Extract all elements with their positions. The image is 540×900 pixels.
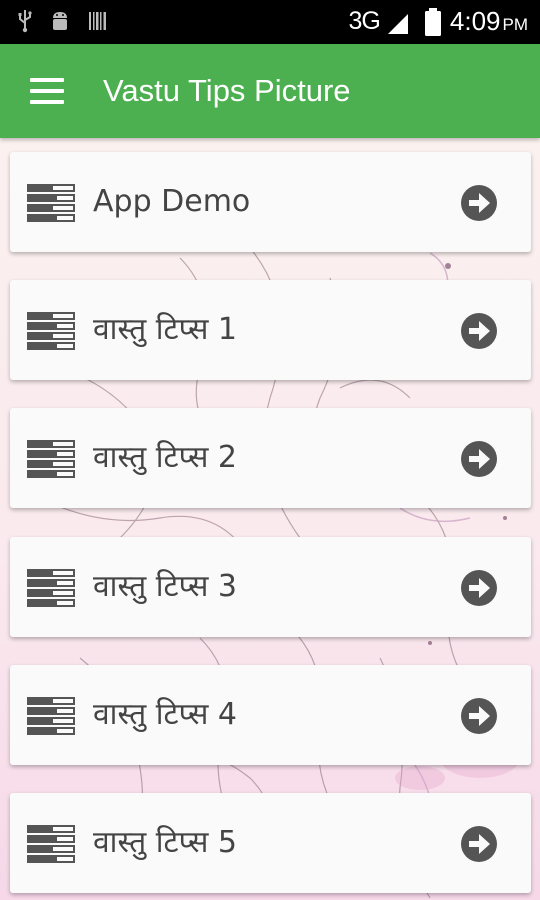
list-item-label: वास्तु टिप्स 4 <box>93 697 237 732</box>
arrow-circle-right-icon[interactable] <box>460 184 498 222</box>
status-bar: 3G 4:09 PM <box>0 0 540 44</box>
arrow-circle-right-icon[interactable] <box>460 569 498 607</box>
list-item-vastu-tips-1[interactable]: वास्तु टिप्स 1 <box>10 280 531 380</box>
list-item-vastu-tips-2[interactable]: वास्तु टिप्स 2 <box>10 408 531 508</box>
arrow-circle-right-icon[interactable] <box>460 312 498 350</box>
status-right: 3G 4:09 PM <box>349 6 528 37</box>
list-item-label: वास्तु टिप्स 5 <box>93 825 237 860</box>
list-icon <box>27 312 75 350</box>
list-icon <box>27 697 75 735</box>
clock: 4:09 PM <box>450 6 528 37</box>
list-item-vastu-tips-4[interactable]: वास्तु टिप्स 4 <box>10 665 531 765</box>
list-item-label: वास्तु टिप्स 1 <box>93 312 237 347</box>
signal-icon <box>387 13 408 34</box>
arrow-circle-right-icon[interactable] <box>460 697 498 735</box>
list-item-label: App Demo <box>93 184 251 219</box>
list-item-label: वास्तु टिप्स 3 <box>93 569 237 604</box>
list-item-app-demo[interactable]: App Demo <box>10 152 531 252</box>
background-floral-art <box>39 247 520 899</box>
list-item-vastu-tips-5[interactable]: वास्तु टिप्स 5 <box>10 793 531 893</box>
arrow-circle-right-icon[interactable] <box>460 440 498 478</box>
clock-ampm: PM <box>502 15 529 34</box>
list-icon <box>27 184 75 222</box>
list-item-label: वास्तु टिप्स 2 <box>93 440 237 475</box>
status-left-icons <box>18 9 108 33</box>
barcode-icon <box>89 12 106 30</box>
list-icon <box>27 569 75 607</box>
arrow-circle-right-icon[interactable] <box>460 825 498 863</box>
list-icon <box>27 440 75 478</box>
list-item-vastu-tips-3[interactable]: वास्तु टिप्स 3 <box>10 537 531 637</box>
usb-icon <box>18 10 32 33</box>
content-area: App Demo वास्तु टिप्स 1 वास्तु टिप्स 2 व… <box>0 138 540 900</box>
app-title: Vastu Tips Picture <box>103 73 351 108</box>
battery-icon <box>424 7 441 36</box>
android-icon <box>53 12 67 30</box>
app-bar: Vastu Tips Picture <box>0 44 540 138</box>
hamburger-menu-icon[interactable] <box>30 78 64 104</box>
list-icon <box>27 825 75 863</box>
clock-time: 4:09 <box>449 6 501 36</box>
network-type: 3G <box>348 7 381 35</box>
